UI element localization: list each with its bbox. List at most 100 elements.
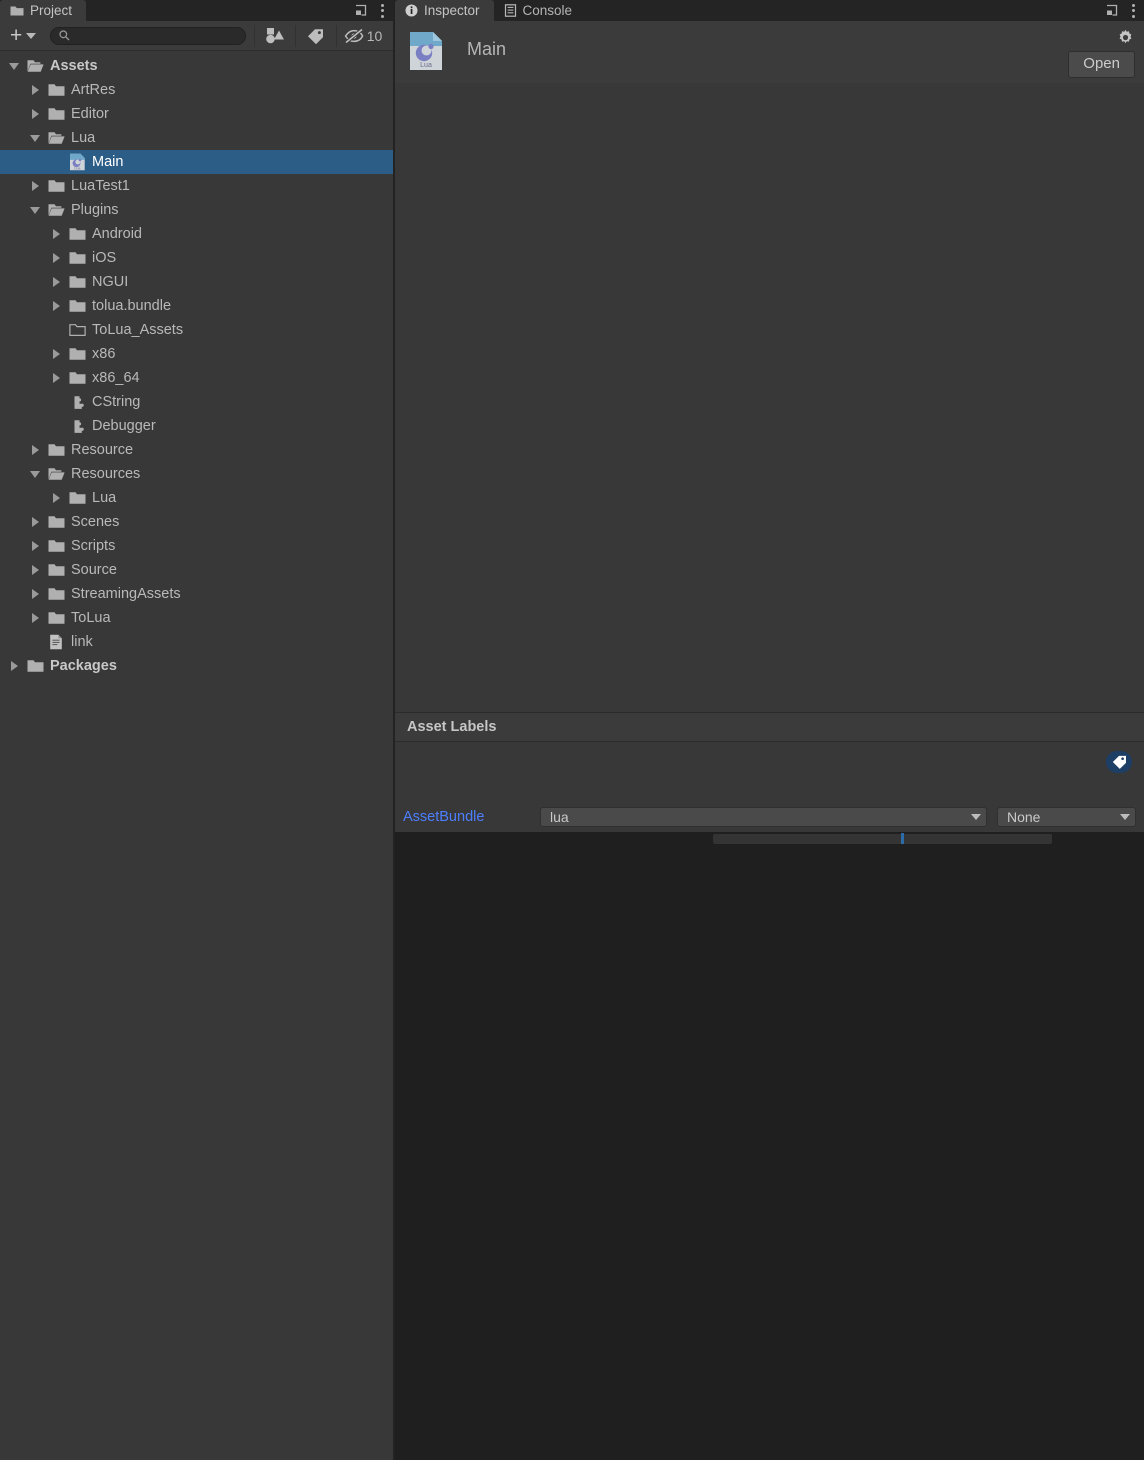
- inspector-tabbar: Inspector Console: [395, 0, 1144, 21]
- chevron-right-icon[interactable]: [25, 565, 45, 575]
- folder-icon: [66, 347, 88, 361]
- add-asset-button[interactable]: +: [6, 27, 40, 44]
- tree-item-label: Scripts: [71, 538, 115, 554]
- tree-item-x86-64[interactable]: x86_64: [0, 366, 393, 390]
- tree-item-artres[interactable]: ArtRes: [0, 78, 393, 102]
- tree-item-link[interactable]: link: [0, 630, 393, 654]
- chevron-right-icon[interactable]: [25, 109, 45, 119]
- asset-bundle-variant-dropdown[interactable]: None: [997, 807, 1136, 827]
- filter-by-label-button[interactable]: [296, 24, 336, 48]
- chevron-right-icon[interactable]: [25, 517, 45, 527]
- tab-project[interactable]: Project: [0, 0, 86, 21]
- chevron-right-icon[interactable]: [25, 445, 45, 455]
- folder-icon: [66, 227, 88, 241]
- tree-item-plugins[interactable]: Plugins: [0, 198, 393, 222]
- chevron-right-icon[interactable]: [25, 613, 45, 623]
- tree-item-label: x86_64: [92, 370, 140, 386]
- folder-icon: [45, 179, 67, 193]
- tree-item-tolua-assets[interactable]: ToLua_Assets: [0, 318, 393, 342]
- chevron-right-icon[interactable]: [25, 181, 45, 191]
- tree-item-resource[interactable]: Resource: [0, 438, 393, 462]
- tree-item-label: ArtRes: [71, 82, 115, 98]
- tree-item-streamingassets[interactable]: StreamingAssets: [0, 582, 393, 606]
- folder-icon: [45, 611, 67, 625]
- folder-icon: [45, 539, 67, 553]
- tree-item-label: LuaTest1: [71, 178, 130, 194]
- tree-item-debugger[interactable]: Debugger: [0, 414, 393, 438]
- open-button[interactable]: Open: [1068, 51, 1135, 78]
- chevron-right-icon[interactable]: [46, 493, 66, 503]
- chevron-down-icon[interactable]: [25, 207, 45, 214]
- tree-item-scripts[interactable]: Scripts: [0, 534, 393, 558]
- project-toolbar: +: [0, 21, 393, 51]
- tab-inspector[interactable]: Inspector: [395, 0, 494, 21]
- tree-item-lua[interactable]: Lua: [0, 486, 393, 510]
- search-icon: [59, 30, 70, 41]
- tree-item-label: NGUI: [92, 274, 128, 290]
- chevron-down-icon: [971, 814, 981, 820]
- plus-icon: +: [10, 27, 22, 44]
- maximize-icon[interactable]: [1104, 3, 1120, 19]
- kebab-menu-icon[interactable]: [1132, 4, 1135, 18]
- shapes-filter-icon: [265, 27, 285, 44]
- chevron-right-icon[interactable]: [46, 373, 66, 383]
- tree-item-label: link: [71, 634, 93, 650]
- project-tabbar: Project: [0, 0, 393, 21]
- chevron-right-icon[interactable]: [46, 301, 66, 311]
- chevron-right-icon[interactable]: [46, 277, 66, 287]
- chevron-right-icon[interactable]: [25, 541, 45, 551]
- search-input-wrapper[interactable]: [50, 27, 246, 45]
- tree-item-resources[interactable]: Resources: [0, 462, 393, 486]
- asset-bundle-label[interactable]: AssetBundle: [403, 809, 540, 825]
- folder-icon: [45, 83, 67, 97]
- project-asset-tree[interactable]: AssetsArtResEditorLuaLuaMainLuaTest1Plug…: [0, 51, 393, 1460]
- gear-icon[interactable]: [1117, 29, 1134, 51]
- plugin-dll-icon: [66, 419, 88, 434]
- tree-item-tolua-bundle[interactable]: tolua.bundle: [0, 294, 393, 318]
- tag-icon[interactable]: [1106, 751, 1132, 773]
- maximize-icon[interactable]: [353, 3, 369, 19]
- chevron-right-icon[interactable]: [25, 589, 45, 599]
- console-icon: [504, 4, 517, 17]
- tree-item-main[interactable]: LuaMain: [0, 150, 393, 174]
- chevron-down-icon[interactable]: [25, 471, 45, 478]
- tree-item-label: Android: [92, 226, 142, 242]
- asset-bundle-dropdown[interactable]: lua: [540, 807, 987, 827]
- folder-icon: [45, 563, 67, 577]
- folder-icon: [66, 491, 88, 505]
- chevron-right-icon[interactable]: [25, 85, 45, 95]
- chevron-right-icon[interactable]: [4, 661, 24, 671]
- folder-open-icon: [45, 467, 67, 481]
- tree-item-scenes[interactable]: Scenes: [0, 510, 393, 534]
- tree-item-cstring[interactable]: CString: [0, 390, 393, 414]
- tree-item-tolua[interactable]: ToLua: [0, 606, 393, 630]
- chevron-right-icon[interactable]: [46, 229, 66, 239]
- tab-console[interactable]: Console: [494, 0, 587, 21]
- tab-inspector-label: Inspector: [424, 3, 480, 18]
- inspector-body: [395, 83, 1144, 712]
- tree-item-lua[interactable]: Lua: [0, 126, 393, 150]
- tree-item-label: Main: [92, 154, 123, 170]
- hidden-items-button[interactable]: 10: [337, 24, 389, 48]
- tree-item-ios[interactable]: iOS: [0, 246, 393, 270]
- tree-item-luatest1[interactable]: LuaTest1: [0, 174, 393, 198]
- tree-item-packages[interactable]: Packages: [0, 654, 393, 678]
- tree-item-android[interactable]: Android: [0, 222, 393, 246]
- search-input[interactable]: [75, 29, 237, 43]
- chevron-right-icon[interactable]: [46, 349, 66, 359]
- chevron-right-icon[interactable]: [46, 253, 66, 263]
- chevron-down-icon[interactable]: [25, 135, 45, 142]
- tree-item-x86[interactable]: x86: [0, 342, 393, 366]
- tree-item-label: Lua: [92, 490, 116, 506]
- filter-by-type-button[interactable]: [255, 24, 295, 48]
- chevron-down-icon[interactable]: [4, 63, 24, 70]
- inspector-asset-header: Lua Main Open: [395, 21, 1144, 83]
- text-file-icon: [45, 634, 67, 650]
- folder-icon: [10, 5, 24, 17]
- tree-item-editor[interactable]: Editor: [0, 102, 393, 126]
- tree-item-source[interactable]: Source: [0, 558, 393, 582]
- folder-icon: [24, 659, 46, 673]
- tree-item-ngui[interactable]: NGUI: [0, 270, 393, 294]
- tree-item-assets[interactable]: Assets: [0, 54, 393, 78]
- kebab-menu-icon[interactable]: [381, 4, 384, 18]
